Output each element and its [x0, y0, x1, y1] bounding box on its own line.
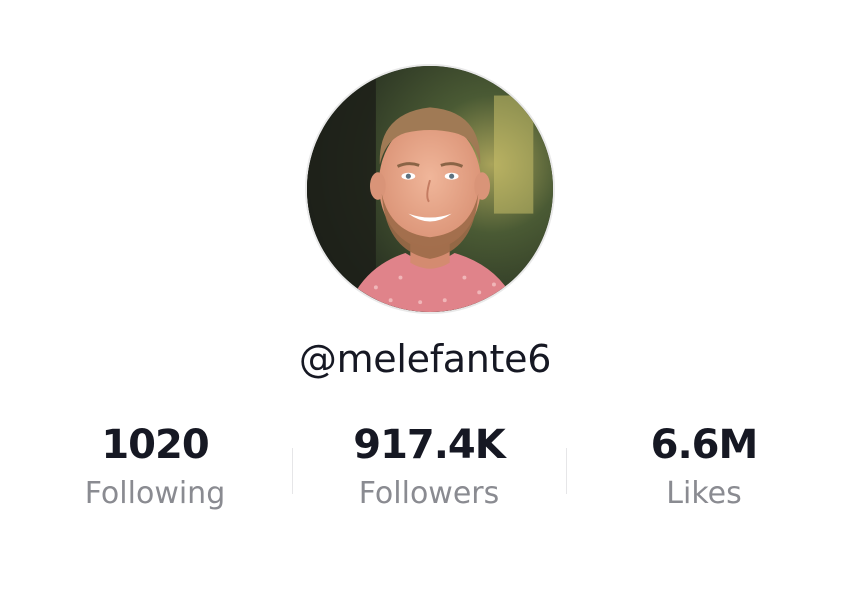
stat-followers[interactable]: 917.4K Followers [299, 418, 559, 514]
likes-count: 6.6M [650, 422, 759, 468]
followers-count: 917.4K [353, 422, 506, 468]
username: @melefante6 [298, 337, 552, 381]
stat-following[interactable]: 1020 Following [25, 418, 285, 514]
stat-likes: 6.6M Likes [574, 418, 834, 514]
stat-divider [292, 448, 293, 494]
avatar-image [307, 66, 553, 312]
followers-label: Followers [358, 476, 500, 511]
profile-header: @melefante6 1020 Following 917.4K Follow… [0, 0, 850, 599]
avatar[interactable] [305, 64, 555, 314]
stat-divider [566, 448, 567, 494]
following-label: Following [84, 476, 226, 511]
likes-label: Likes [666, 476, 742, 511]
following-count: 1020 [101, 422, 209, 468]
